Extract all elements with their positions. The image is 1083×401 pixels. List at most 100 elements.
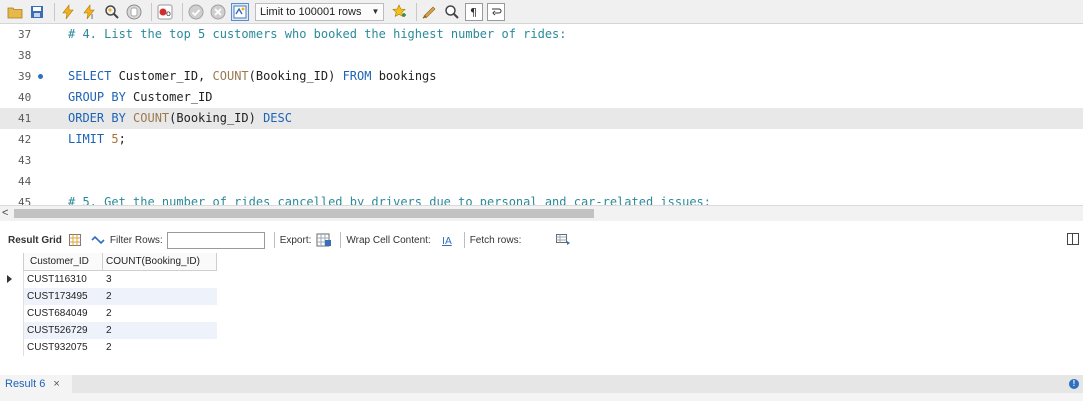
cell-customer-id[interactable]: CUST932075: [24, 339, 103, 356]
code-text: SELECT Customer_ID, COUNT(Booking_ID) FR…: [68, 66, 437, 87]
editor-line[interactable]: 42 LIMIT 5;: [0, 129, 1083, 150]
cell-customer-id[interactable]: CUST116310: [24, 271, 103, 288]
cell-customer-id[interactable]: CUST526729: [24, 322, 103, 339]
code-text: # 5. Get the number of rides cancelled b…: [68, 192, 711, 205]
editor-line[interactable]: 40 GROUP BY Customer_ID: [0, 87, 1083, 108]
clean-icon[interactable]: [421, 3, 439, 21]
editor-line[interactable]: 41 ORDER BY COUNT(Booking_ID) DESC: [0, 108, 1083, 129]
stop-icon[interactable]: [125, 3, 143, 21]
grid-header-gutter: [0, 253, 24, 271]
row-marker[interactable]: [0, 288, 24, 305]
wrap-icon[interactable]: [487, 2, 506, 21]
tab-result-6[interactable]: Result 6 ×: [0, 375, 72, 393]
toolbar-separator: [151, 2, 152, 21]
tab-label: Result 6: [5, 378, 46, 390]
cell-customer-id[interactable]: CUST684049: [24, 305, 103, 322]
result-toolbar: Result Grid Filter Rows: Export: Wrap Ce…: [0, 228, 1083, 252]
scroll-left-icon[interactable]: <: [2, 207, 8, 219]
rollback-icon[interactable]: [209, 3, 227, 21]
code-text: GROUP BY Customer_ID: [68, 87, 213, 108]
code-text: # 4. List the top 5 customers who booked…: [68, 24, 567, 45]
autocommit-icon[interactable]: [231, 2, 249, 21]
code-token: ORDER BY: [68, 111, 126, 125]
code-token: LIMIT: [68, 132, 105, 146]
editor-horizontal-scrollbar[interactable]: <: [0, 205, 1083, 221]
filter-rows-input[interactable]: [166, 231, 265, 249]
editor-line[interactable]: 38: [0, 45, 1083, 66]
row-marker[interactable]: [0, 271, 24, 288]
chevron-down-icon: ▼: [371, 7, 380, 16]
table-row[interactable]: CUST932075 2: [0, 339, 217, 356]
cell-count-booking-id[interactable]: 3: [103, 271, 217, 288]
find-icon[interactable]: [443, 3, 461, 21]
svg-text:I: I: [91, 13, 93, 20]
code-token: GROUP BY: [68, 90, 126, 104]
toggle-error-icon[interactable]: o: [156, 3, 174, 21]
toggle-side-panel-icon[interactable]: [1067, 233, 1079, 245]
code-token: 5: [111, 132, 119, 146]
close-icon[interactable]: ×: [53, 378, 59, 390]
line-number: 38: [18, 49, 32, 62]
code-token: Customer_ID: [125, 90, 213, 104]
execute-icon[interactable]: [59, 3, 77, 21]
column-header-count-booking-id[interactable]: COUNT(Booking_ID): [103, 253, 217, 271]
commit-icon[interactable]: [187, 3, 205, 21]
sql-editor[interactable]: 37 # 4. List the top 5 customers who book…: [0, 24, 1083, 205]
line-number: 43: [18, 154, 32, 167]
cell-count-booking-id[interactable]: 2: [103, 322, 217, 339]
filter-rows-label: Filter Rows:: [109, 234, 163, 246]
info-icon[interactable]: !: [1069, 379, 1079, 389]
row-marker[interactable]: [0, 305, 24, 322]
table-row[interactable]: CUST173495 2: [0, 288, 217, 305]
editor-line[interactable]: 39 SELECT Customer_ID, COUNT(Booking_ID) …: [0, 66, 1083, 87]
line-number: 45: [18, 196, 32, 205]
editor-line[interactable]: 45 # 5. Get the number of rides cancelled…: [0, 192, 1083, 205]
result-grid-label[interactable]: Result Grid: [8, 235, 62, 246]
column-header-customer-id[interactable]: Customer_ID: [24, 253, 103, 271]
line-number: 41: [18, 112, 32, 125]
fetch-rows-icon[interactable]: [555, 233, 573, 247]
line-number: 39: [18, 70, 32, 83]
cell-count-booking-id[interactable]: 2: [103, 288, 217, 305]
row-marker[interactable]: [0, 339, 24, 356]
code-token: # 4. List the top 5 customers who booked…: [68, 27, 567, 41]
beautify-icon[interactable]: [390, 3, 408, 21]
table-row[interactable]: CUST684049 2: [0, 305, 217, 322]
toolbar-separator: [54, 2, 55, 21]
editor-line[interactable]: 37 # 4. List the top 5 customers who book…: [0, 24, 1083, 45]
cell-count-booking-id[interactable]: 2: [103, 339, 217, 356]
toolbar-separator: [273, 232, 275, 248]
execute-current-icon[interactable]: I: [81, 3, 99, 21]
table-row[interactable]: CUST116310 3: [0, 271, 217, 288]
line-number: 42: [18, 133, 32, 146]
grid-view-icon[interactable]: [68, 233, 82, 247]
svg-text:¶: ¶: [470, 6, 477, 18]
save-icon[interactable]: [28, 3, 46, 21]
code-token: # 5. Get the number of rides cancelled b…: [68, 195, 711, 205]
limit-rows-select[interactable]: Limit to 100001 rows ▼: [255, 2, 385, 21]
export-icon[interactable]: [315, 232, 333, 248]
table-row[interactable]: CUST526729 2: [0, 322, 217, 339]
wrap-cell-label: Wrap Cell Content:: [346, 234, 431, 246]
svg-text:o: o: [166, 9, 171, 18]
export-label: Export:: [279, 234, 312, 246]
toolbar-separator: [463, 232, 465, 248]
scrollbar-thumb[interactable]: [14, 209, 594, 218]
editor-line[interactable]: 44: [0, 171, 1083, 192]
code-token: COUNT: [133, 111, 170, 125]
code-text: ORDER BY COUNT(Booking_ID) DESC: [68, 108, 292, 129]
invisibles-icon[interactable]: ¶: [465, 2, 484, 21]
cell-customer-id[interactable]: CUST173495: [24, 288, 103, 305]
folder-open-icon[interactable]: [6, 3, 24, 21]
toolbar-separator: [182, 2, 183, 21]
editor-line[interactable]: 43: [0, 150, 1083, 171]
line-number: 44: [18, 175, 32, 188]
row-marker[interactable]: [0, 322, 24, 339]
wrap-cell-icon[interactable]: IA: [439, 233, 455, 247]
statement-marker-icon: [38, 74, 43, 79]
line-number: 37: [18, 28, 32, 41]
code-token: SELECT: [68, 69, 112, 83]
explain-icon[interactable]: [103, 3, 121, 21]
refresh-icon[interactable]: [90, 233, 106, 247]
cell-count-booking-id[interactable]: 2: [103, 305, 217, 322]
